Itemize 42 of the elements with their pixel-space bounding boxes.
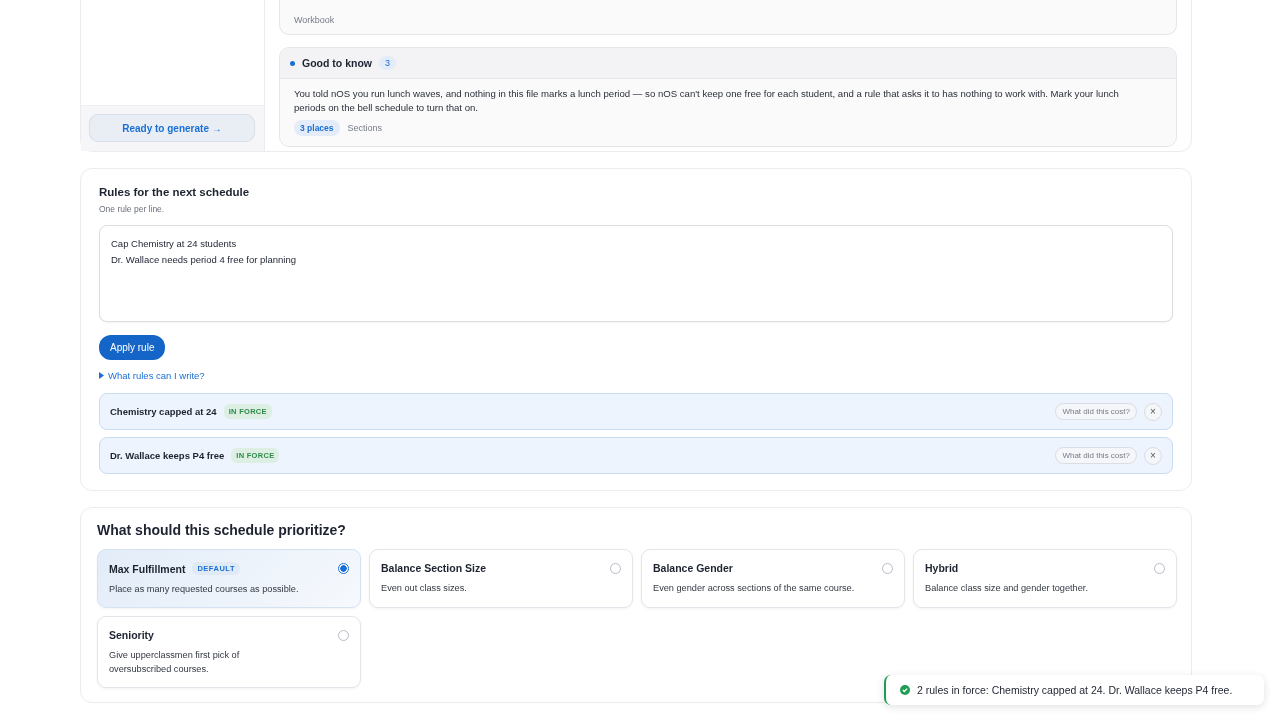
- option-card[interactable]: Hybrid Balance class size and gender together.: [913, 549, 1177, 608]
- option-card[interactable]: Balance Section Size Even out class sizes.: [369, 549, 633, 608]
- cost-button[interactable]: What did this cost?: [1055, 403, 1137, 420]
- notice-text: You told nOS you run lunch waves, and nothing in this file marks a lunch period — so nOS can't keep one free for each student, and a rule that asks it to has nothing to work with. Mark your lunch periods on the bell schedule to turn that on.: [294, 87, 1120, 115]
- option-card[interactable]: Seniority Give upperclassmen first pick of oversubscribed courses.: [97, 616, 361, 688]
- close-button[interactable]: ×: [1144, 446, 1162, 465]
- option-title: Hybrid: [925, 562, 959, 574]
- count-badge: 3: [379, 56, 396, 70]
- option-description: Place as many requested courses as possible.: [109, 583, 300, 596]
- toast-message: 2 rules in force: Chemistry capped at 24. Dr. Wallace keeps P4 free.: [917, 684, 1233, 696]
- radio-button[interactable]: [882, 562, 893, 574]
- rule-label: Dr. Wallace keeps P4 free: [110, 450, 225, 461]
- option-title: Balance Section Size: [381, 562, 487, 574]
- option-card[interactable]: Balance Gender Even gender across sections of the same course.: [641, 549, 905, 608]
- caret-right-icon[interactable]: [99, 372, 104, 379]
- notice-title: Good to know: [302, 57, 372, 69]
- option-description: Even out class sizes.: [381, 582, 468, 595]
- section-title: Rules for the next schedule: [99, 186, 251, 198]
- radio-button[interactable]: [1154, 562, 1165, 574]
- check-circle-icon: [900, 685, 910, 695]
- rule-label: Chemistry capped at 24: [110, 406, 217, 417]
- places-chip[interactable]: 3 places: [294, 120, 340, 136]
- radio-button[interactable]: [338, 563, 349, 574]
- cost-button[interactable]: What did this cost?: [1055, 447, 1137, 464]
- generate-button[interactable]: Ready to generate →: [89, 114, 255, 142]
- source-tag: Workbook: [294, 15, 335, 25]
- option-description: Give upperclassmen first pick of oversubscribed courses.: [109, 649, 241, 676]
- help-link[interactable]: What rules can I write?: [108, 370, 205, 381]
- option-description: Even gender across sections of the same course.: [653, 582, 856, 595]
- close-button[interactable]: ×: [1144, 402, 1162, 421]
- radio-button[interactable]: [338, 629, 349, 641]
- rules-field[interactable]: Cap Chemistry at 24 students Dr. Wallace needs period 4 free for planning: [99, 225, 1173, 322]
- source-tag: Sections: [347, 123, 383, 133]
- radio-button[interactable]: [610, 562, 621, 574]
- option-title: Max Fulfillment: [109, 562, 186, 575]
- option-description: Balance class size and gender together.: [925, 582, 1089, 595]
- hint-text: One rule per line.: [99, 204, 166, 214]
- option-title: Balance Gender: [653, 562, 733, 574]
- option-title: Seniority: [109, 629, 154, 641]
- bullet-icon: [290, 60, 295, 66]
- section-title: What should this schedule prioritize?: [97, 522, 347, 538]
- apply-button[interactable]: Apply rule: [99, 335, 166, 360]
